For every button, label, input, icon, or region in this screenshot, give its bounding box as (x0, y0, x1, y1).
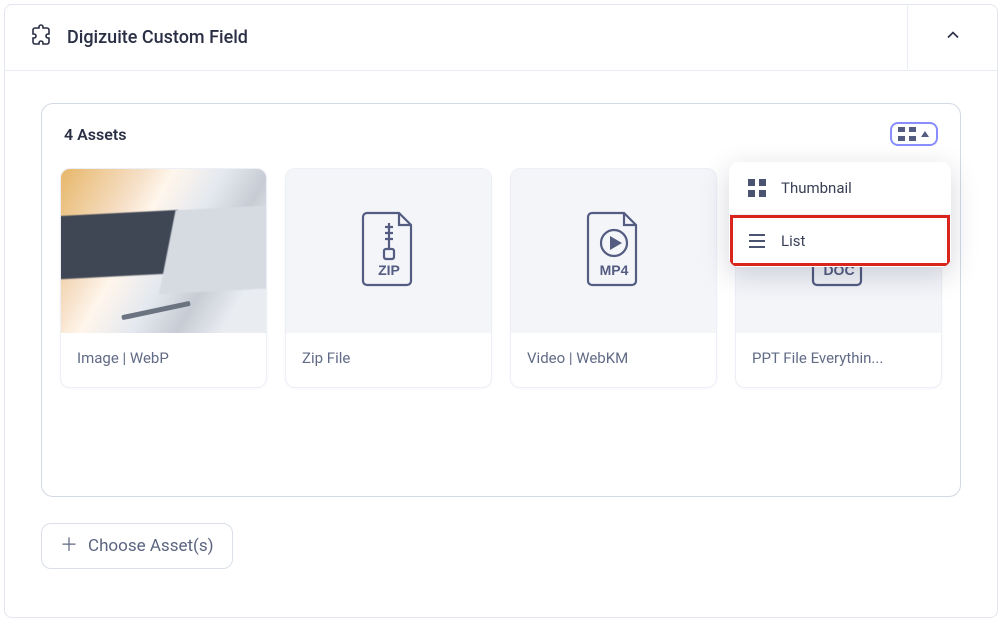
assets-count-label: 4 Assets (64, 125, 126, 144)
zip-file-icon: ZIP (355, 209, 423, 293)
chevron-up-icon (943, 25, 963, 49)
asset-card[interactable]: ZIP Zip File (285, 168, 492, 388)
panel-title: Digizuite Custom Field (67, 27, 248, 48)
panel-header: Digizuite Custom Field (5, 5, 997, 70)
puzzle-icon (29, 23, 67, 51)
collapse-toggle[interactable] (907, 5, 997, 69)
asset-label: Video | WebKM (511, 333, 716, 387)
asset-card[interactable]: Image | WebP (60, 168, 267, 388)
dropdown-item-label: List (781, 232, 805, 250)
asset-label: Image | WebP (61, 333, 266, 387)
divider (5, 70, 997, 71)
thumbnail-grid-icon (747, 178, 767, 198)
svg-text:ZIP: ZIP (378, 262, 400, 278)
custom-field-panel: Digizuite Custom Field 4 Assets (4, 4, 998, 618)
assets-header: 4 Assets (42, 104, 960, 158)
view-option-thumbnail[interactable]: Thumbnail (729, 162, 951, 214)
asset-thumbnail-video: MP4 (511, 169, 716, 333)
asset-thumbnail-image (61, 169, 266, 333)
grid-icon (898, 127, 916, 141)
dropdown-item-label: Thumbnail (781, 179, 852, 197)
asset-label: PPT File Everythin... (736, 333, 941, 387)
list-icon (747, 231, 767, 251)
view-option-list[interactable]: List (729, 214, 951, 267)
asset-label: Zip File (286, 333, 491, 387)
choose-assets-label: Choose Asset(s) (88, 536, 214, 556)
mp4-file-icon: MP4 (580, 209, 648, 293)
asset-card[interactable]: MP4 Video | WebKM (510, 168, 717, 388)
svg-text:MP4: MP4 (599, 262, 628, 278)
plus-icon: ＋ (60, 537, 78, 555)
caret-up-icon (920, 130, 930, 138)
view-mode-dropdown: Thumbnail List (729, 162, 951, 267)
asset-thumbnail-zip: ZIP (286, 169, 491, 333)
choose-assets-button[interactable]: ＋ Choose Asset(s) (41, 523, 233, 569)
view-mode-toggle[interactable] (890, 122, 938, 146)
